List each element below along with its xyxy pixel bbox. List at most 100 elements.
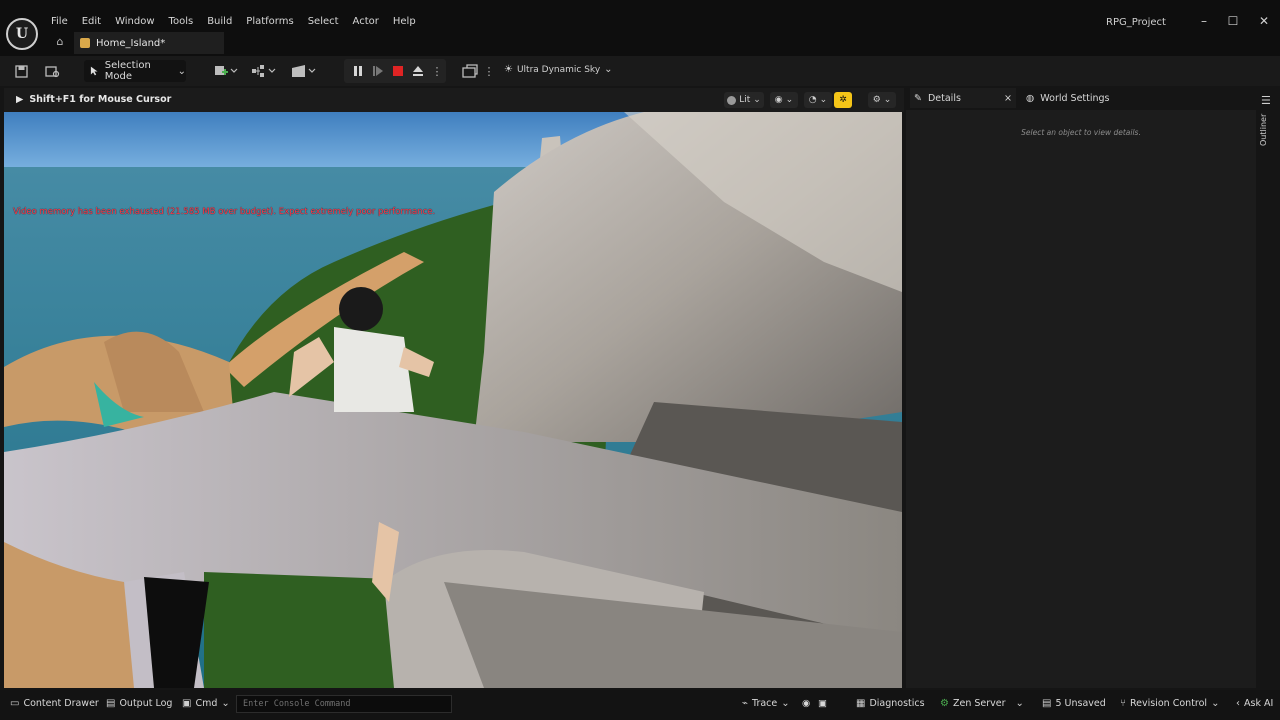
realtime-toggle-icon[interactable]: ✲ (834, 92, 852, 108)
hamburger-menu-icon[interactable]: ☰ (1261, 94, 1271, 107)
right-panel-tabs: ✎ Details × ◍ World Settings (904, 88, 1256, 108)
home-icon[interactable]: ⌂ (53, 35, 67, 49)
play-options-icon[interactable]: ⋮ (432, 61, 443, 81)
chevron-down-icon: ⌄ (221, 698, 230, 709)
revision-control-label: Revision Control (1130, 698, 1208, 709)
log-icon: ▤ (106, 698, 116, 709)
pause-icon[interactable] (350, 61, 366, 81)
details-empty-hint: Select an object to view details. (1021, 128, 1141, 137)
menu-build[interactable]: Build (200, 12, 239, 31)
save-icon[interactable] (12, 61, 30, 81)
world-settings-tab-label: World Settings (1040, 92, 1110, 104)
chevron-down-icon: ⌄ (781, 698, 790, 709)
menu-select[interactable]: Select (301, 12, 346, 31)
mouse-cursor-hint: ▶ Shift+F1 for Mouse Cursor (16, 94, 171, 105)
cmd-dropdown[interactable]: ▣ Cmd ⌄ (182, 698, 230, 709)
view-mode-dropdown[interactable]: Lit ⌄ (724, 92, 764, 108)
level-tab-label: Home_Island* (96, 37, 166, 49)
console-input[interactable]: Enter Console Command (236, 695, 452, 713)
close-tab-icon[interactable]: × (1004, 93, 1016, 104)
more-options-icon[interactable]: ⋮ (484, 61, 495, 81)
menu-help[interactable]: Help (386, 12, 423, 31)
ultra-dynamic-sky-button[interactable]: ☀ Ultra Dynamic Sky ⌄ (504, 64, 613, 75)
platforms-icon[interactable] (460, 61, 482, 81)
show-flags-dropdown[interactable]: ◉ ⌄ (770, 92, 798, 108)
sun-icon: ☀ (504, 64, 513, 75)
content-drawer-label: Content Drawer (23, 698, 99, 709)
viewport-toolbar: ▶ Shift+F1 for Mouse Cursor Lit ⌄ ◉ ⌄ ◔ ⌄ … (4, 88, 904, 112)
ask-ai-label: Ask AI (1244, 698, 1274, 709)
eye-icon: ◉ (774, 95, 783, 105)
menu-tools[interactable]: Tools (162, 12, 201, 31)
unsaved-button[interactable]: ▤ 5 Unsaved (1042, 698, 1106, 709)
menu-actor[interactable]: Actor (346, 12, 386, 31)
ask-ai-button[interactable]: ‹ Ask AI (1236, 698, 1273, 709)
level-tab[interactable]: Home_Island* (74, 32, 224, 54)
unsaved-label: 5 Unsaved (1055, 698, 1106, 709)
chevron-down-icon: ⌄ (1015, 698, 1024, 709)
output-log-button[interactable]: ▤ Output Log (106, 698, 172, 709)
eject-icon[interactable] (410, 61, 426, 81)
play-arrow-icon: ▶ (16, 94, 24, 105)
details-panel: Select an object to view details. (906, 110, 1256, 688)
level-viewport[interactable]: Video memory has been exhausted (21.585 … (4, 112, 902, 688)
chevron-left-icon: ‹ (1236, 698, 1240, 709)
level-icon (80, 38, 90, 48)
selection-mode-label: Selection Mode (104, 60, 151, 82)
maximize-icon[interactable]: ☐ (1225, 13, 1241, 29)
cinematics-button[interactable] (290, 61, 318, 81)
viewport-settings-dropdown[interactable]: ⚙ ⌄ (868, 92, 896, 108)
selection-mode-dropdown[interactable]: Selection Mode ⌄ (84, 60, 186, 82)
menu-edit[interactable]: Edit (75, 12, 108, 31)
minimize-icon[interactable]: – (1196, 13, 1212, 29)
cursor-icon (90, 66, 98, 76)
chevron-down-icon: ⌄ (753, 95, 761, 105)
sky-label: Ultra Dynamic Sky (516, 64, 601, 75)
trace-label: Trace (752, 698, 778, 709)
content-drawer-button[interactable]: ▭ Content Drawer (10, 698, 99, 709)
project-name: RPG_Project (1106, 17, 1166, 28)
trace-dropdown[interactable]: ⌁ Trace ⌄ (742, 698, 790, 709)
trace-icon: ⌁ (742, 698, 749, 709)
browse-icon[interactable] (42, 61, 62, 81)
unreal-logo-icon[interactable]: U (6, 18, 38, 50)
details-tab-label: Details (927, 92, 961, 104)
diagnostics-label: Diagnostics (869, 698, 925, 709)
menu-platforms[interactable]: Platforms (239, 12, 300, 31)
diagnostics-button[interactable]: ▦ Diagnostics (856, 698, 925, 709)
video-memory-warning: Video memory has been exhausted (21.585 … (13, 207, 436, 217)
diagnostics-icon: ▦ (856, 698, 866, 709)
terminal-icon: ▣ (182, 698, 192, 709)
screenshot-icon[interactable]: ▣ (818, 698, 827, 709)
folder-icon: ▭ (10, 698, 20, 709)
view-mode-label: Lit (739, 95, 751, 105)
close-icon[interactable]: ✕ (1256, 13, 1272, 29)
chevron-down-icon: ⌄ (819, 95, 828, 105)
stop-icon[interactable] (390, 61, 406, 81)
server-icon: ⚙ (940, 698, 949, 709)
zen-server-dropdown[interactable]: ⚙ Zen Server ⌄ (940, 698, 1024, 709)
main-toolbar: Selection Mode ⌄ ⋮ ⋮ ☀ Ultra Dynamic Sky… (0, 56, 1280, 86)
chevron-down-icon: ⌄ (604, 64, 613, 75)
add-actor-button[interactable] (212, 61, 240, 81)
menu-file[interactable]: File (44, 12, 75, 31)
tab-world-settings[interactable]: ◍ World Settings (1026, 88, 1110, 108)
game-scene-image (4, 112, 902, 688)
unsaved-files-icon: ▤ (1042, 698, 1052, 709)
output-log-label: Output Log (119, 698, 173, 709)
record-icon[interactable]: ◉ (802, 698, 810, 709)
cmd-label: Cmd (195, 698, 218, 709)
unreal-editor-window: U File Edit Window Tools Build Platforms… (0, 0, 1280, 720)
performance-dropdown[interactable]: ◔ ⌄ (804, 92, 832, 108)
side-strip: ☰ (1256, 88, 1280, 688)
chevron-down-icon: ⌄ (883, 95, 892, 105)
chevron-down-icon: ⌄ (785, 95, 794, 105)
blueprints-button[interactable] (250, 61, 278, 81)
zen-server-label: Zen Server (952, 698, 1006, 709)
tab-details[interactable]: ✎ Details × (910, 88, 1016, 108)
menu-window[interactable]: Window (108, 12, 161, 31)
outliner-tab[interactable]: Outliner (1259, 114, 1268, 146)
frame-skip-icon[interactable] (370, 61, 386, 81)
revision-control-dropdown[interactable]: ⑂ Revision Control ⌄ (1120, 698, 1219, 709)
gauge-icon: ◔ (808, 95, 817, 105)
